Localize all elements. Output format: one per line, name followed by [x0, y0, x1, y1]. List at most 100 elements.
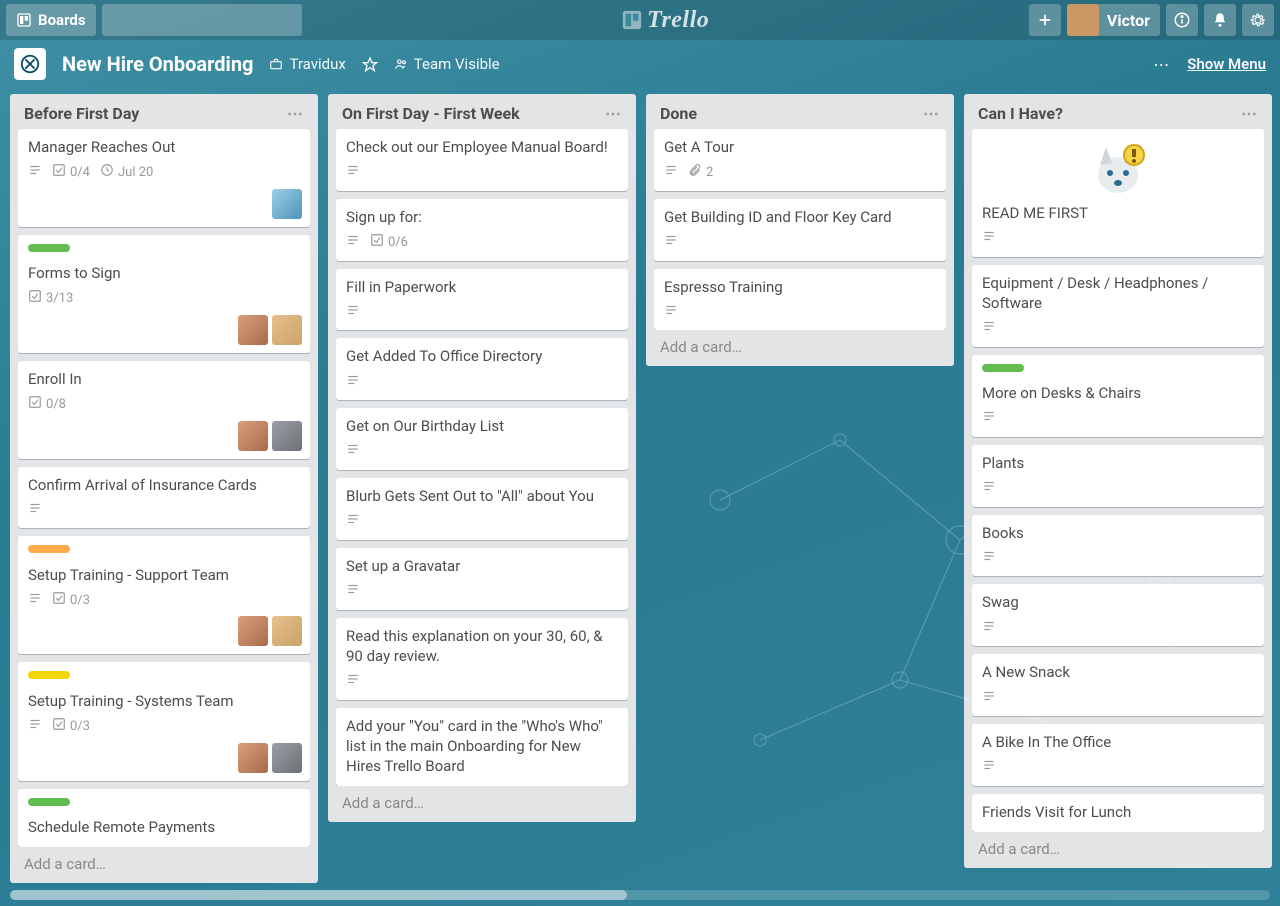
description-icon: [346, 512, 360, 532]
checklist-icon: [28, 289, 42, 309]
description-icon: [346, 442, 360, 462]
star-icon: [362, 56, 378, 72]
card[interactable]: More on Desks & Chairs: [972, 355, 1264, 437]
add-card-button[interactable]: Add a card…: [654, 330, 946, 358]
due-badge: Jul 20: [100, 163, 153, 183]
card[interactable]: Get A Tour2: [654, 129, 946, 191]
boards-icon: [16, 12, 32, 28]
description-badge: [982, 689, 996, 709]
card[interactable]: Swag: [972, 584, 1264, 646]
card[interactable]: Enroll In0/8: [18, 361, 310, 459]
member-avatar[interactable]: [272, 315, 302, 345]
list-title[interactable]: On First Day - First Week: [342, 104, 520, 123]
boards-button[interactable]: Boards: [6, 4, 96, 36]
notifications-button[interactable]: [1204, 4, 1236, 36]
star-button[interactable]: [362, 56, 378, 72]
description-icon: [664, 163, 678, 183]
card[interactable]: Forms to Sign3/13: [18, 235, 310, 353]
list-title[interactable]: Before First Day: [24, 104, 139, 123]
scrollbar-thumb[interactable]: [10, 890, 627, 900]
description-icon: [28, 717, 42, 737]
card[interactable]: Fill in Paperwork: [336, 269, 628, 331]
list: Can I Have? ⋯ READ ME FIRSTEquipment / D…: [964, 94, 1272, 868]
card-title: Add your "You" card in the "Who's Who" l…: [346, 716, 618, 777]
list-menu-button[interactable]: ⋯: [923, 104, 940, 123]
horizontal-scrollbar[interactable]: [10, 890, 1270, 900]
card[interactable]: Set up a Gravatar: [336, 548, 628, 610]
list-menu-button[interactable]: ⋯: [287, 104, 304, 123]
description-badge: [982, 619, 996, 639]
list-title[interactable]: Can I Have?: [978, 104, 1063, 123]
description-badge: [28, 163, 42, 183]
card[interactable]: Plants: [972, 445, 1264, 507]
add-card-button[interactable]: Add a card…: [18, 847, 310, 875]
due-date: Jul 20: [118, 164, 153, 182]
description-badge: [346, 373, 360, 393]
menu-dots-icon: ⋯: [1153, 55, 1171, 74]
create-button[interactable]: [1029, 4, 1061, 36]
board-canvas[interactable]: Before First Day ⋯ Manager Reaches Out0/…: [0, 88, 1280, 906]
checklist-badge: 0/4: [52, 163, 90, 183]
card[interactable]: Get on Our Birthday List: [336, 408, 628, 470]
add-card-button[interactable]: Add a card…: [336, 786, 628, 814]
card[interactable]: Manager Reaches Out0/4Jul 20: [18, 129, 310, 227]
card[interactable]: A Bike In The Office: [972, 724, 1264, 786]
username: Victor: [1107, 11, 1150, 30]
add-card-button[interactable]: Add a card…: [972, 832, 1264, 860]
description-badge: [346, 512, 360, 532]
member-avatar[interactable]: [238, 616, 268, 646]
board-title[interactable]: New Hire Onboarding: [62, 52, 253, 76]
plus-icon: [1037, 12, 1053, 28]
visibility-label: Team Visible: [414, 55, 500, 73]
description-badge: [982, 758, 996, 778]
card[interactable]: Espresso Training: [654, 269, 946, 331]
user-menu[interactable]: Victor: [1067, 4, 1160, 36]
card[interactable]: Friends Visit for Lunch: [972, 794, 1264, 832]
card[interactable]: Blurb Gets Sent Out to "All" about You: [336, 478, 628, 540]
card-title: Fill in Paperwork: [346, 277, 618, 297]
card[interactable]: Check out our Employee Manual Board!: [336, 129, 628, 191]
board-icon[interactable]: [14, 48, 46, 80]
settings-button[interactable]: [1242, 4, 1274, 36]
card-title: Read this explanation on your 30, 60, & …: [346, 626, 618, 667]
member-avatar[interactable]: [238, 743, 268, 773]
card[interactable]: Get Building ID and Floor Key Card: [654, 199, 946, 261]
info-button[interactable]: [1166, 4, 1198, 36]
member-avatar[interactable]: [272, 743, 302, 773]
list-title[interactable]: Done: [660, 104, 697, 123]
org-button[interactable]: Travidux: [269, 55, 345, 73]
card[interactable]: Setup Training - Support Team0/3: [18, 536, 310, 654]
description-badge: [346, 442, 360, 462]
brand-logo[interactable]: Trello: [308, 7, 1023, 34]
card[interactable]: Add your "You" card in the "Who's Who" l…: [336, 708, 628, 787]
checklist-badge: 0/8: [28, 395, 66, 415]
description-icon: [982, 229, 996, 249]
card[interactable]: Equipment / Desk / Headphones / Software: [972, 265, 1264, 347]
member-avatar[interactable]: [272, 616, 302, 646]
search-box[interactable]: [102, 4, 302, 36]
card[interactable]: Confirm Arrival of Insurance Cards: [18, 467, 310, 529]
card[interactable]: Read this explanation on your 30, 60, & …: [336, 618, 628, 700]
list-menu-button[interactable]: ⋯: [605, 104, 622, 123]
checklist-icon: [52, 717, 66, 737]
member-avatar[interactable]: [238, 421, 268, 451]
card-container: Check out our Employee Manual Board! Sign…: [336, 129, 628, 786]
show-menu-button[interactable]: Show Menu: [1187, 55, 1266, 73]
card[interactable]: A New Snack: [972, 654, 1264, 716]
card-title: Get Building ID and Floor Key Card: [664, 207, 936, 227]
list: On First Day - First Week ⋯ Check out ou…: [328, 94, 636, 822]
card[interactable]: Books: [972, 515, 1264, 577]
member-avatar[interactable]: [272, 189, 302, 219]
card[interactable]: Schedule Remote Payments: [18, 789, 310, 848]
member-avatar[interactable]: [272, 421, 302, 451]
card[interactable]: Sign up for:0/6: [336, 199, 628, 261]
card-label: [28, 671, 70, 679]
card[interactable]: Setup Training - Systems Team0/3: [18, 662, 310, 780]
visibility-button[interactable]: Team Visible: [394, 55, 500, 73]
card[interactable]: READ ME FIRST: [972, 129, 1264, 257]
list-menu-button[interactable]: ⋯: [1241, 104, 1258, 123]
card-title: Setup Training - Support Team: [28, 565, 300, 585]
member-avatar[interactable]: [238, 315, 268, 345]
card[interactable]: Get Added To Office Directory: [336, 338, 628, 400]
search-input[interactable]: [112, 12, 293, 28]
